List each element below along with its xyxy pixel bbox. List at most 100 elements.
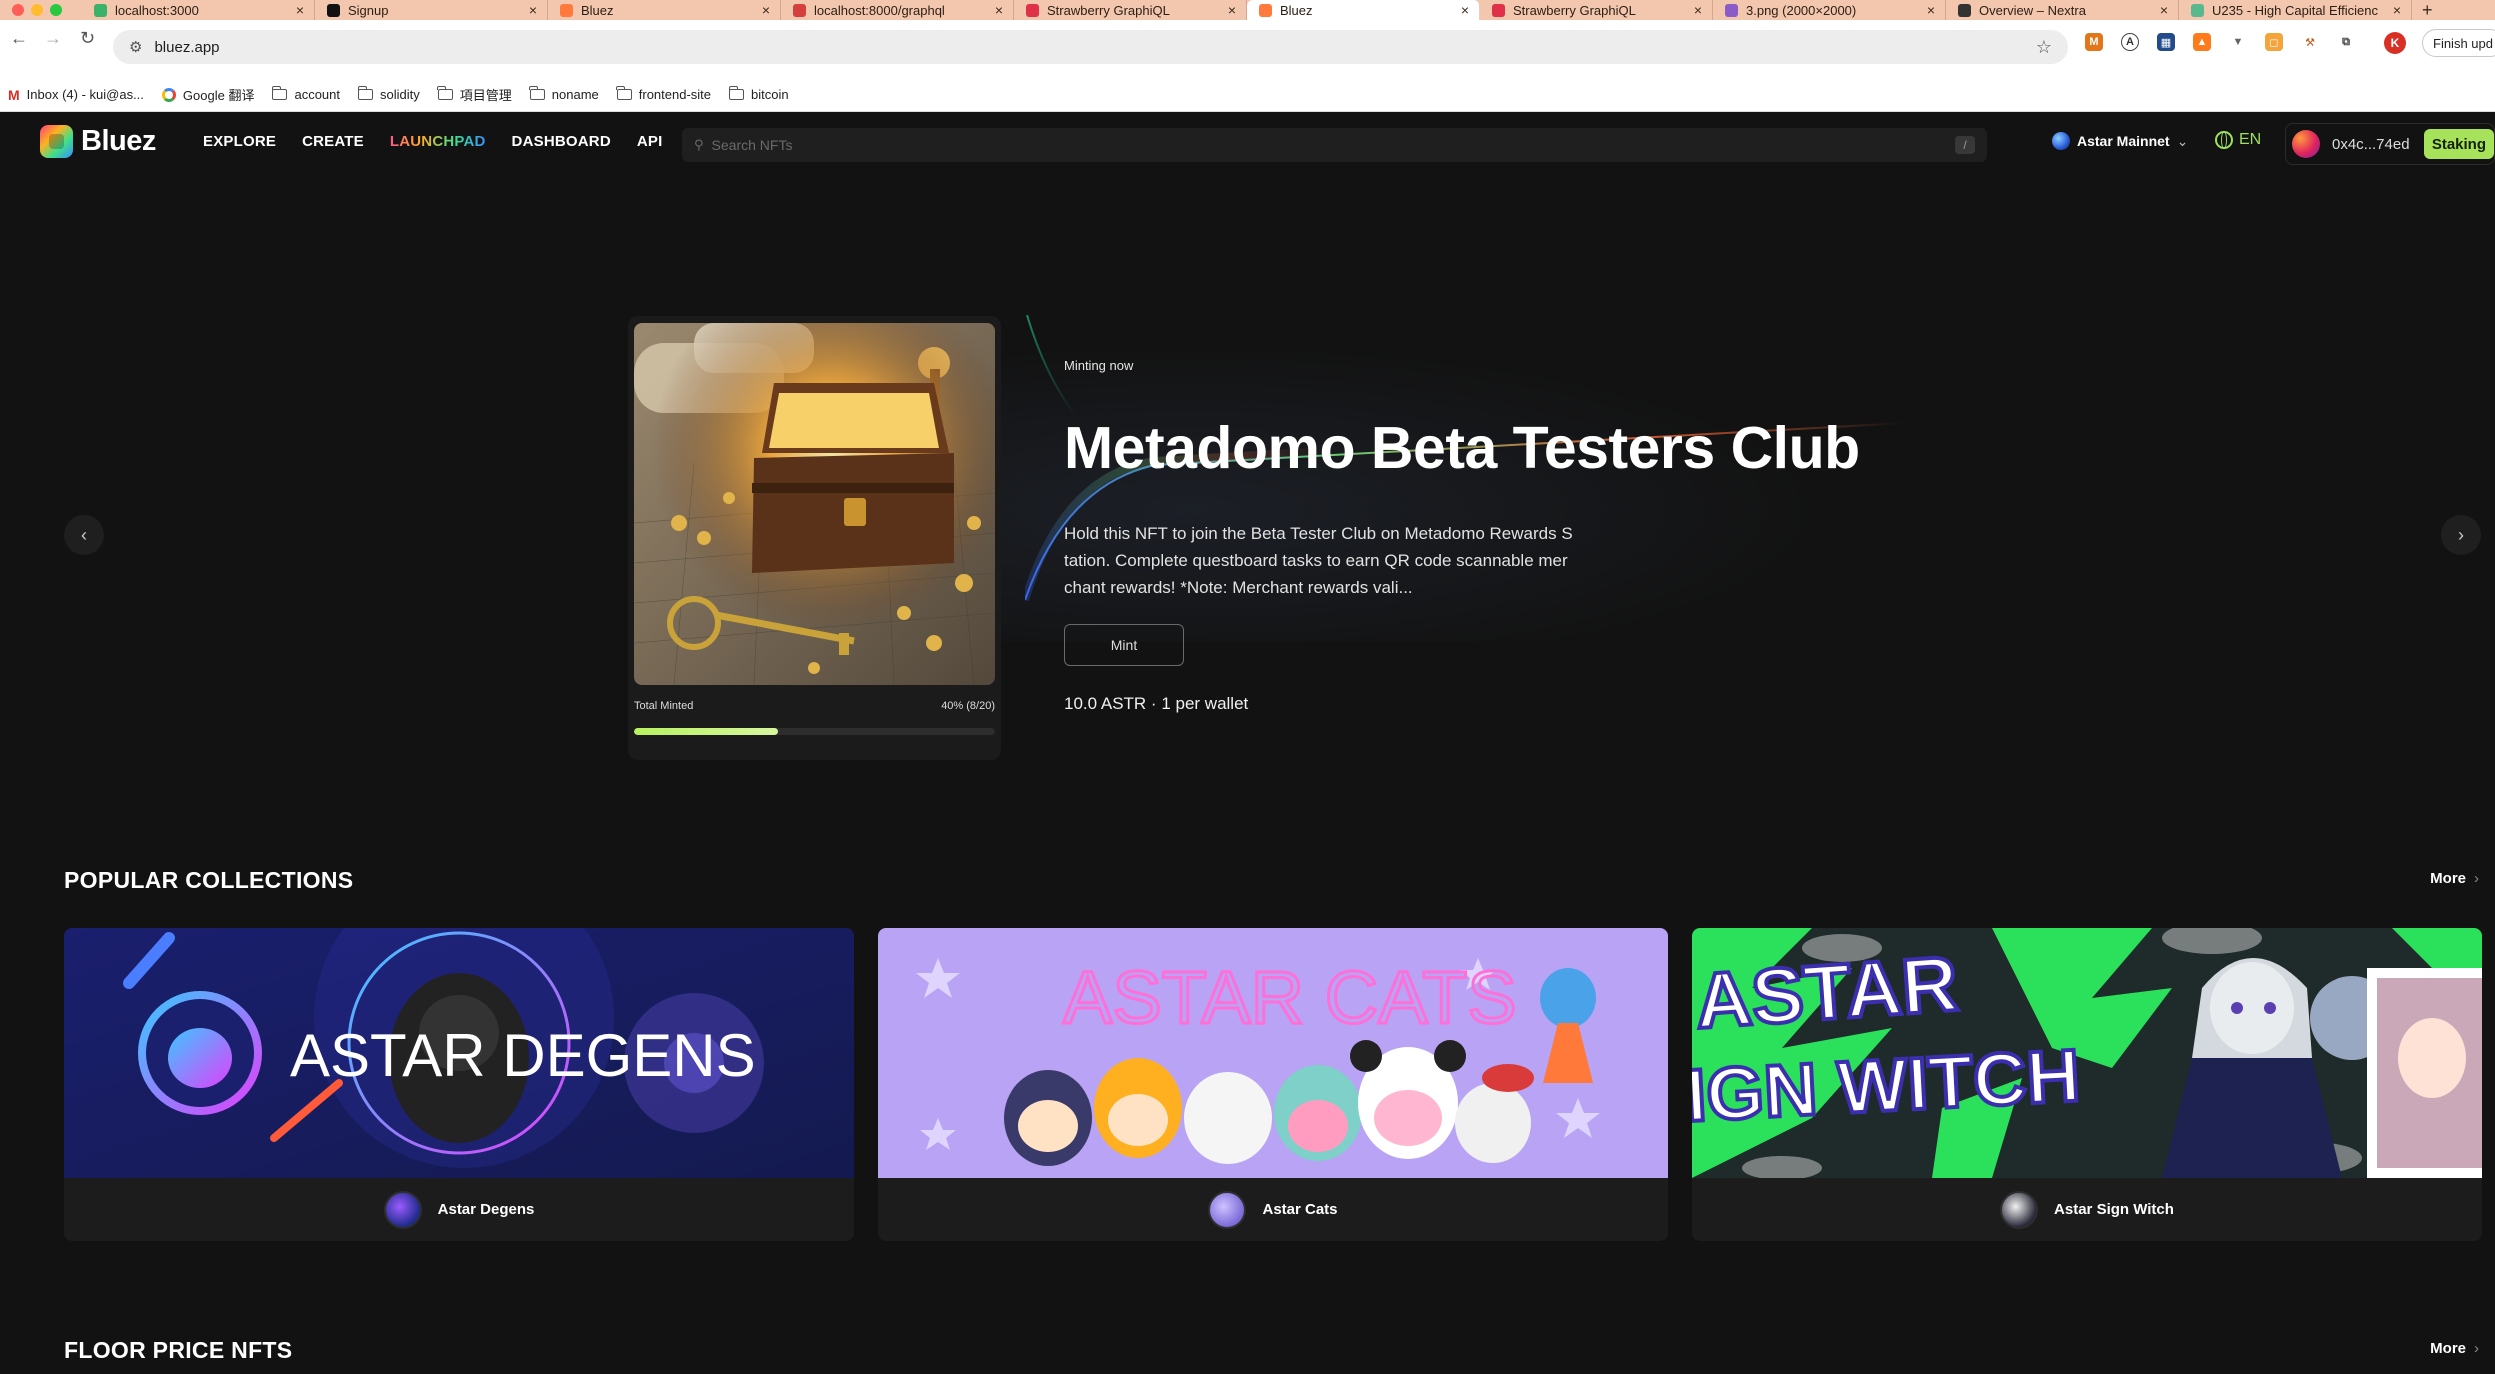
hero-next-button[interactable]: › bbox=[2441, 515, 2481, 555]
nav-launchpad[interactable]: LAUNCHPAD bbox=[390, 133, 486, 150]
browser-tab[interactable]: Bluez × bbox=[1247, 0, 1480, 20]
close-tab-icon[interactable]: × bbox=[995, 2, 1003, 18]
nav-dashboard[interactable]: DASHBOARD bbox=[512, 133, 611, 150]
bookmark-item[interactable]: account bbox=[271, 86, 341, 102]
finish-update-button[interactable]: Finish upd bbox=[2422, 29, 2495, 57]
collection-avatar bbox=[1208, 1190, 1247, 1229]
browser-tab[interactable]: Strawberry GraphiQL × bbox=[1014, 0, 1247, 20]
folder-icon bbox=[616, 86, 632, 100]
folder-icon bbox=[529, 86, 545, 100]
bluez-logo[interactable]: Bluez bbox=[40, 125, 156, 158]
hero-description: Hold this NFT to join the Beta Tester Cl… bbox=[1064, 524, 1573, 597]
profile-avatar[interactable]: K bbox=[2384, 32, 2406, 54]
close-tab-icon[interactable]: × bbox=[2393, 2, 2401, 18]
collection-banner: ASTAR IGN WITCH bbox=[1692, 928, 2482, 1180]
nav-create[interactable]: CREATE bbox=[302, 133, 364, 150]
main-menu: EXPLORE CREATE LAUNCHPAD DASHBOARD API bbox=[203, 133, 662, 150]
nav-explore[interactable]: EXPLORE bbox=[203, 133, 276, 150]
close-window-button[interactable] bbox=[12, 4, 24, 16]
collection-card-astar-degens[interactable]: ASTAR DEGENS Astar Degens bbox=[64, 928, 854, 1241]
tab-title: U235 - High Capital Efficienc bbox=[2212, 2, 2378, 18]
mint-progress-fill bbox=[634, 728, 779, 735]
close-tab-icon[interactable]: × bbox=[1228, 2, 1236, 18]
fire-extension-icon[interactable]: ▲ bbox=[2193, 33, 2211, 51]
mint-button[interactable]: Mint bbox=[1064, 624, 1184, 666]
bookmark-item[interactable]: M Inbox (4) - kui@as... bbox=[8, 87, 144, 103]
tab-favicon-icon bbox=[1026, 3, 1039, 17]
minted-percentage: 40% (8/20) bbox=[941, 700, 995, 712]
hero-prev-button[interactable]: ‹ bbox=[64, 515, 104, 555]
collection-avatar bbox=[383, 1190, 422, 1229]
search-input[interactable] bbox=[711, 137, 1912, 153]
browser-tab[interactable]: 3.png (2000×2000) × bbox=[1713, 0, 1946, 20]
globe-icon bbox=[2215, 131, 2233, 149]
nav-api[interactable]: API bbox=[637, 133, 663, 150]
tab-title: Bluez bbox=[581, 2, 614, 18]
folder-icon bbox=[437, 86, 453, 100]
popular-collections-title: POPULAR COLLECTIONS bbox=[64, 867, 354, 893]
close-tab-icon[interactable]: × bbox=[296, 2, 304, 18]
tab-title: Strawberry GraphiQL bbox=[1513, 2, 1636, 18]
language-selector[interactable]: EN bbox=[2215, 131, 2261, 149]
close-tab-icon[interactable]: × bbox=[1927, 2, 1935, 18]
close-tab-icon[interactable]: × bbox=[762, 2, 770, 18]
collection-card-astar-cats[interactable]: ASTAR CATS Astar Cats bbox=[878, 928, 1668, 1241]
wallet-button[interactable]: 0x4c...74ed Staking bbox=[2285, 123, 2495, 165]
metamask-extension-icon[interactable]: M bbox=[2085, 33, 2103, 51]
site-info-icon[interactable]: ⚙ bbox=[129, 38, 142, 56]
collection-name: Astar Cats bbox=[1262, 1201, 1338, 1218]
back-button[interactable]: ← bbox=[10, 28, 28, 49]
language-label: EN bbox=[2239, 131, 2262, 148]
bookmark-label: account bbox=[294, 87, 341, 102]
forward-button[interactable]: → bbox=[44, 28, 62, 49]
browser-tab[interactable]: Bluez × bbox=[548, 0, 781, 20]
maximize-window-button[interactable] bbox=[50, 4, 62, 16]
bookmark-label: Google 翻译 bbox=[182, 88, 255, 103]
close-tab-icon[interactable]: × bbox=[2160, 2, 2168, 18]
search-bar[interactable]: ⚲ / bbox=[682, 128, 1987, 162]
floor-more-link[interactable]: More › bbox=[2430, 1340, 2479, 1357]
grid-extension-icon[interactable]: ▦ bbox=[2157, 33, 2175, 51]
a-extension-icon[interactable]: A bbox=[2121, 33, 2139, 51]
bookmark-item[interactable]: solidity bbox=[357, 86, 420, 102]
browser-tab[interactable]: Signup × bbox=[315, 0, 548, 20]
bookmark-star-icon[interactable]: ☆ bbox=[2036, 37, 2052, 58]
browser-toolbar: ← → ↻ ⚙ bluez.app ☆ M A ▦ ▲ ▼ ◻ ⚒ ⧉ K Fi… bbox=[0, 20, 2495, 84]
minimize-window-button[interactable] bbox=[31, 4, 43, 16]
collection-card-astar-sign-witch[interactable]: ASTAR IGN WITCH Astar Sign Witch bbox=[1692, 928, 2482, 1241]
browser-tab[interactable]: localhost:3000 × bbox=[82, 0, 315, 20]
bookmark-item[interactable]: frontend-site bbox=[616, 86, 711, 102]
hero-title[interactable]: Metadomo Beta Testers Club bbox=[1064, 414, 1860, 482]
browser-tab[interactable]: Overview – Nextra × bbox=[1946, 0, 2179, 20]
total-minted-label: Total Minted bbox=[634, 700, 694, 712]
popular-more-link[interactable]: More › bbox=[2430, 870, 2479, 887]
browser-tab[interactable]: Strawberry GraphiQL × bbox=[1480, 0, 1713, 20]
minting-now-label: Minting now bbox=[1064, 358, 1134, 373]
network-name: Astar Mainnet bbox=[2077, 133, 2170, 149]
browser-tab[interactable]: U235 - High Capital Efficienc × bbox=[2179, 0, 2412, 20]
new-tab-button[interactable]: + bbox=[2412, 0, 2443, 21]
box-extension-icon[interactable]: ◻ bbox=[2265, 33, 2283, 51]
tool-extension-icon[interactable]: ⚒ bbox=[2301, 33, 2319, 51]
vee-extension-icon[interactable]: ▼ bbox=[2229, 33, 2247, 51]
browser-tab[interactable]: localhost:8000/graphql × bbox=[781, 0, 1014, 20]
extensions-puzzle-icon[interactable]: ⧉ bbox=[2337, 33, 2355, 51]
reload-button[interactable]: ↻ bbox=[80, 28, 95, 49]
bookmark-item[interactable]: 項目管理 bbox=[437, 85, 512, 104]
close-tab-icon[interactable]: × bbox=[1461, 2, 1469, 18]
chevron-left-icon: ‹ bbox=[81, 524, 87, 545]
close-tab-icon[interactable]: × bbox=[529, 2, 537, 18]
bookmark-item[interactable]: noname bbox=[529, 86, 599, 102]
tab-favicon-icon bbox=[1259, 3, 1272, 17]
hero-nft-card[interactable]: Total Minted 40% (8/20) bbox=[628, 316, 1001, 760]
chevron-down-icon: ⌄ bbox=[2176, 132, 2189, 149]
address-bar[interactable]: ⚙ bluez.app ☆ bbox=[113, 30, 2068, 64]
bookmark-item[interactable]: bitcoin bbox=[728, 86, 789, 102]
network-selector[interactable]: Astar Mainnet ⌄ bbox=[2052, 132, 2188, 150]
bookmark-label: Inbox (4) - kui@as... bbox=[26, 87, 144, 102]
collection-footer: Astar Degens bbox=[64, 1178, 854, 1241]
banner-text: ASTAR DEGENS bbox=[290, 1022, 756, 1089]
close-tab-icon[interactable]: × bbox=[1694, 2, 1702, 18]
bookmark-item[interactable]: Google 翻译 bbox=[161, 85, 255, 104]
staking-button[interactable]: Staking bbox=[2423, 129, 2494, 159]
